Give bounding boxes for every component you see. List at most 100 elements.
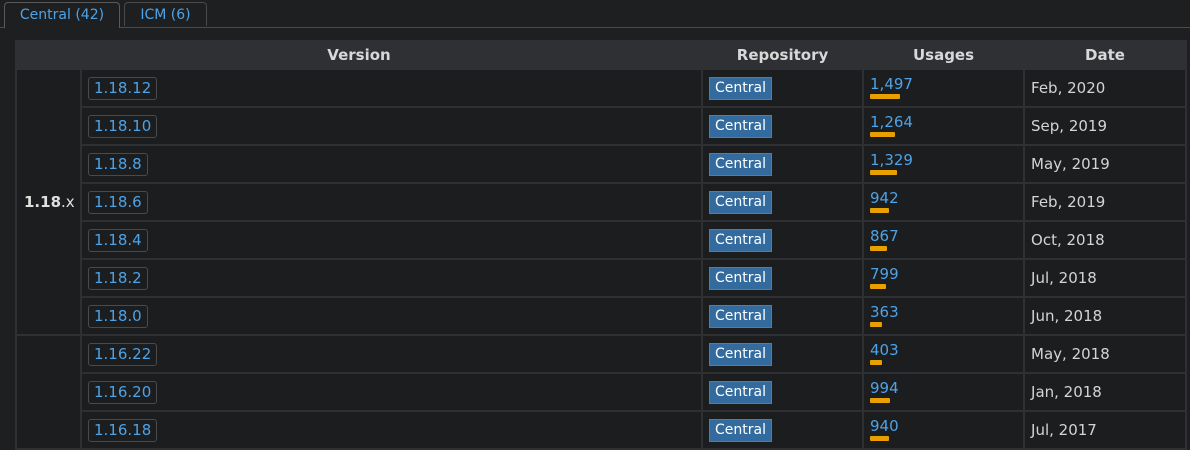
date-cell: May, 2019	[1025, 146, 1186, 182]
table-body: 1.18.x 1.18.12 Central 1,497 Feb, 2020 1.18.1…	[17, 70, 1186, 448]
usages-cell: 1,497	[864, 70, 1024, 106]
version-link[interactable]: 1.18.0	[88, 304, 148, 328]
usage-bar	[870, 132, 896, 137]
date-cell: Jun, 2018	[1025, 298, 1186, 334]
repository-badge[interactable]: Central	[709, 380, 772, 404]
table-row: 1.16.18 Central 940 Jul, 2017	[17, 412, 1186, 448]
usage-bar	[870, 94, 901, 99]
tab-central[interactable]: Central (42)	[4, 2, 120, 28]
usages-link[interactable]: 942	[870, 189, 899, 207]
version-link[interactable]: 1.18.10	[88, 114, 158, 138]
date-cell: Jan, 2018	[1025, 374, 1186, 410]
version-link[interactable]: 1.16.20	[88, 380, 158, 404]
usages-cell: 940	[864, 412, 1024, 448]
usages-cell: 403	[864, 336, 1024, 372]
table-row: 1.18.x 1.18.12 Central 1,497 Feb, 2020	[17, 70, 1186, 334]
date-cell: May, 2018	[1025, 336, 1186, 372]
version-group-major: 1.18	[24, 193, 62, 211]
repository-tabs: Central (42) ICM (6)	[0, 0, 1190, 28]
version-cell: 1.18.0	[82, 298, 702, 334]
usage-bar	[870, 246, 888, 251]
repository-badge[interactable]: Central	[709, 228, 772, 252]
version-cell: 1.18.4	[82, 222, 702, 258]
usages-cell: 867	[864, 222, 1024, 258]
header-repository: Repository	[703, 42, 863, 68]
repository-badge[interactable]: Central	[709, 266, 772, 290]
usages-link[interactable]: 403	[870, 341, 899, 359]
table-row: 1.16.22 Central 403 May, 2018	[17, 336, 1186, 448]
usages-cell: 1,264	[864, 108, 1024, 144]
version-cell: 1.18.8	[82, 146, 702, 182]
repository-badge[interactable]: Central	[709, 76, 772, 100]
version-link[interactable]: 1.18.6	[88, 190, 148, 214]
repository-cell: Central	[703, 70, 863, 106]
usage-bar	[870, 170, 898, 175]
repository-badge[interactable]: Central	[709, 342, 772, 366]
version-cell: 1.18.2	[82, 260, 702, 296]
usages-link[interactable]: 1,264	[870, 113, 913, 131]
tab-icm[interactable]: ICM (6)	[124, 2, 207, 26]
repository-cell: Central	[703, 336, 863, 372]
table-header-row: Version Repository Usages Date	[17, 42, 1186, 68]
version-cell: 1.18.6	[82, 184, 702, 220]
version-cell: 1.16.20	[82, 374, 702, 410]
usages-link[interactable]: 994	[870, 379, 899, 397]
usages-cell: 1,329	[864, 146, 1024, 182]
usage-bar	[870, 436, 890, 441]
date-cell: Sep, 2019	[1025, 108, 1186, 144]
header-date: Date	[1025, 42, 1186, 68]
repository-cell: Central	[703, 146, 863, 182]
version-link[interactable]: 1.18.8	[88, 152, 148, 176]
usages-cell: 994	[864, 374, 1024, 410]
version-link[interactable]: 1.18.12	[88, 76, 158, 100]
date-cell: Feb, 2019	[1025, 184, 1186, 220]
date-cell: Feb, 2020	[1025, 70, 1186, 106]
version-link[interactable]: 1.18.4	[88, 228, 148, 252]
date-cell: Oct, 2018	[1025, 222, 1186, 258]
usage-bar	[870, 360, 883, 365]
table-row: 1.16.20 Central 994 Jan, 2018	[17, 374, 1186, 410]
date-cell: Jul, 2018	[1025, 260, 1186, 296]
usage-bar	[870, 208, 890, 213]
table-row: 1.18.6 Central 942 Feb, 2019	[17, 184, 1186, 220]
repository-badge[interactable]: Central	[709, 190, 772, 214]
header-version: Version	[17, 42, 702, 68]
usages-link[interactable]: 1,497	[870, 75, 913, 93]
repository-badge[interactable]: Central	[709, 418, 772, 442]
table-row: 1.18.0 Central 363 Jun, 2018	[17, 298, 1186, 334]
repository-badge[interactable]: Central	[709, 114, 772, 138]
version-cell: 1.18.10	[82, 108, 702, 144]
repository-cell: Central	[703, 374, 863, 410]
repository-badge[interactable]: Central	[709, 152, 772, 176]
usage-bar	[870, 284, 887, 289]
version-link[interactable]: 1.16.22	[88, 342, 158, 366]
repository-cell: Central	[703, 260, 863, 296]
table-row: 1.18.8 Central 1,329 May, 2019	[17, 146, 1186, 182]
usages-cell: 799	[864, 260, 1024, 296]
version-cell: 1.16.18	[82, 412, 702, 448]
repository-cell: Central	[703, 222, 863, 258]
usage-bar	[870, 398, 891, 403]
version-link[interactable]: 1.18.2	[88, 266, 148, 290]
usages-link[interactable]: 940	[870, 417, 899, 435]
usages-cell: 363	[864, 298, 1024, 334]
usages-link[interactable]: 799	[870, 265, 899, 283]
version-cell: 1.18.12	[82, 70, 702, 106]
version-group-label	[17, 336, 80, 448]
repository-cell: Central	[703, 298, 863, 334]
usages-link[interactable]: 363	[870, 303, 899, 321]
table-row: 1.18.4 Central 867 Oct, 2018	[17, 222, 1186, 258]
usages-cell: 942	[864, 184, 1024, 220]
version-link[interactable]: 1.16.18	[88, 418, 158, 442]
usage-bar	[870, 322, 883, 327]
table-row: 1.18.2 Central 799 Jul, 2018	[17, 260, 1186, 296]
versions-table: Version Repository Usages Date 1.18.x 1.1…	[15, 40, 1188, 450]
version-group-suffix: .x	[61, 193, 75, 211]
date-cell: Jul, 2017	[1025, 412, 1186, 448]
table-row: 1.18.10 Central 1,264 Sep, 2019	[17, 108, 1186, 144]
repository-cell: Central	[703, 184, 863, 220]
usages-link[interactable]: 1,329	[870, 151, 913, 169]
version-cell: 1.16.22	[82, 336, 702, 372]
usages-link[interactable]: 867	[870, 227, 899, 245]
repository-badge[interactable]: Central	[709, 304, 772, 328]
